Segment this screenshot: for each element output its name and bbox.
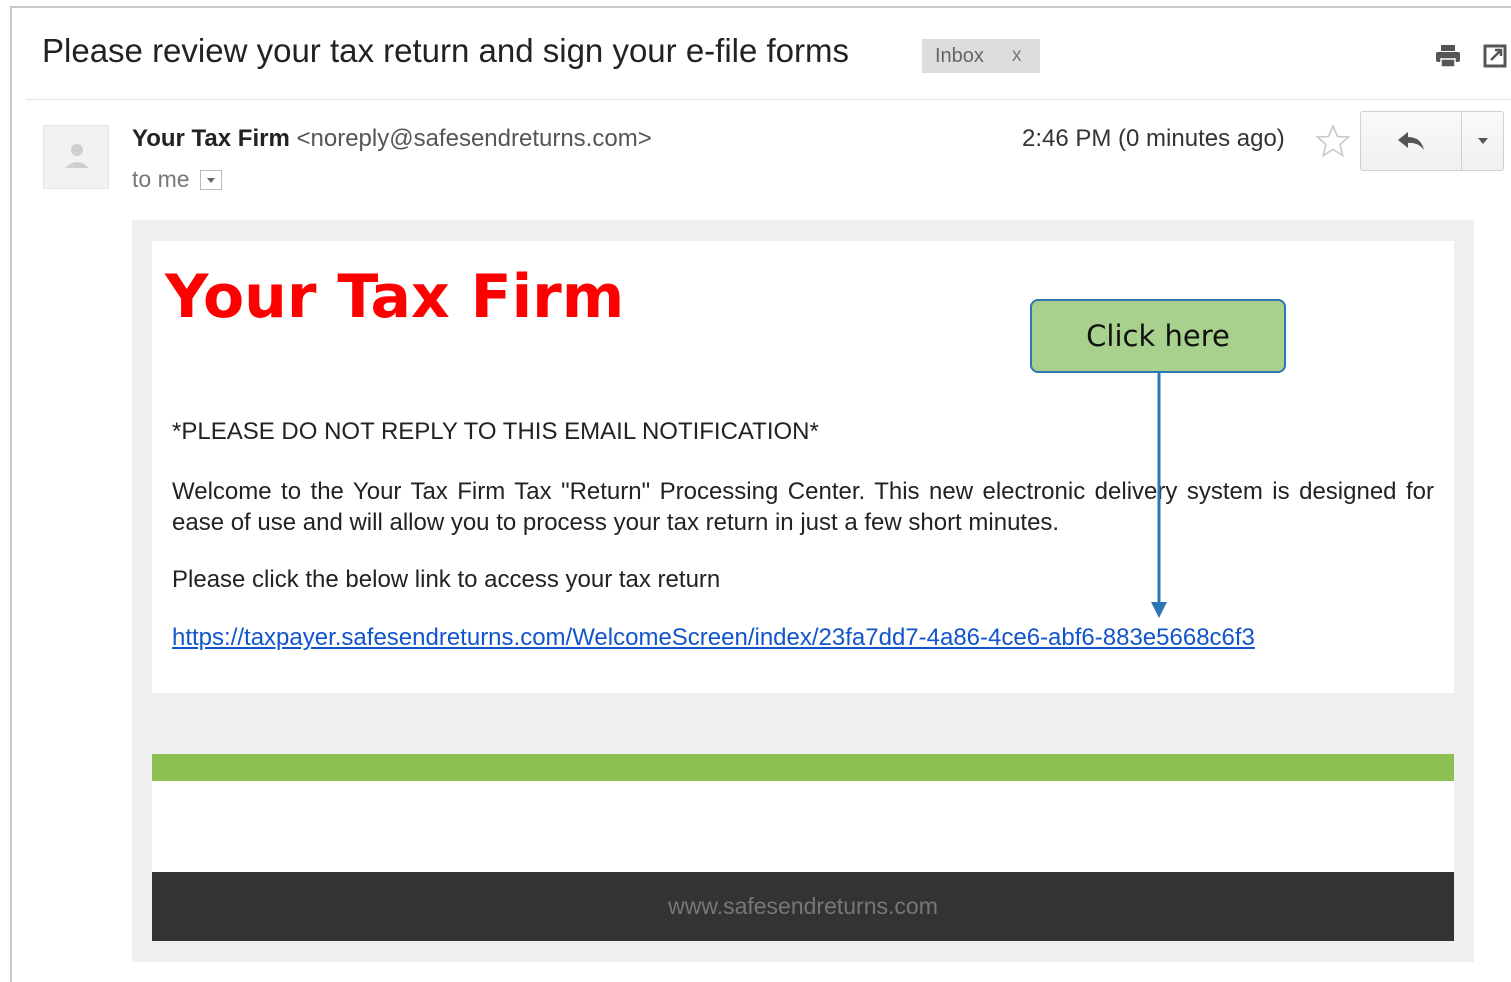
sender-avatar xyxy=(43,125,109,189)
recipient-details-dropdown[interactable] xyxy=(199,169,222,190)
sender-email: <noreply@safesendreturns.com> xyxy=(296,125,652,152)
print-icon[interactable] xyxy=(1433,42,1463,70)
recipient-text: to me xyxy=(132,166,190,192)
sender-name[interactable]: Your Tax Firm xyxy=(132,125,290,152)
tax-return-link[interactable]: https://taxpayer.safesendreturns.com/Wel… xyxy=(172,624,1255,652)
instruction-text: Please click the below link to access yo… xyxy=(172,566,721,593)
recipient-line: to me xyxy=(132,166,222,193)
header-divider xyxy=(26,99,1511,100)
welcome-paragraph: Welcome to the Your Tax Firm Tax "Return… xyxy=(172,478,1434,536)
more-actions-button[interactable] xyxy=(1462,112,1503,170)
sender-line: Your Tax Firm <noreply@safesendreturns.c… xyxy=(132,125,652,153)
footer-spacer xyxy=(152,781,1454,872)
email-timestamp: 2:46 PM (0 minutes ago) xyxy=(1022,125,1285,152)
reply-button-group xyxy=(1360,111,1504,171)
new-window-icon[interactable] xyxy=(1482,42,1508,70)
inbox-label-chip[interactable]: Inbox x xyxy=(922,39,1040,73)
firm-brand-heading: Your Tax Firm xyxy=(165,262,625,332)
footer-website[interactable]: www.safesendreturns.com xyxy=(668,893,938,920)
email-footer: www.safesendreturns.com xyxy=(152,872,1454,941)
green-accent-bar xyxy=(152,754,1454,781)
star-icon[interactable] xyxy=(1315,123,1351,159)
inbox-label: Inbox xyxy=(935,44,984,67)
no-reply-notice: *PLEASE DO NOT REPLY TO THIS EMAIL NOTIF… xyxy=(172,418,819,445)
callout-arrow-icon xyxy=(1151,372,1167,618)
reply-button[interactable] xyxy=(1361,112,1462,170)
click-here-callout: Click here xyxy=(1030,299,1286,373)
email-subject: Please review your tax return and sign y… xyxy=(42,32,850,69)
reply-icon xyxy=(1398,132,1424,150)
remove-label-button[interactable]: x xyxy=(1012,45,1022,67)
person-icon xyxy=(65,144,89,168)
